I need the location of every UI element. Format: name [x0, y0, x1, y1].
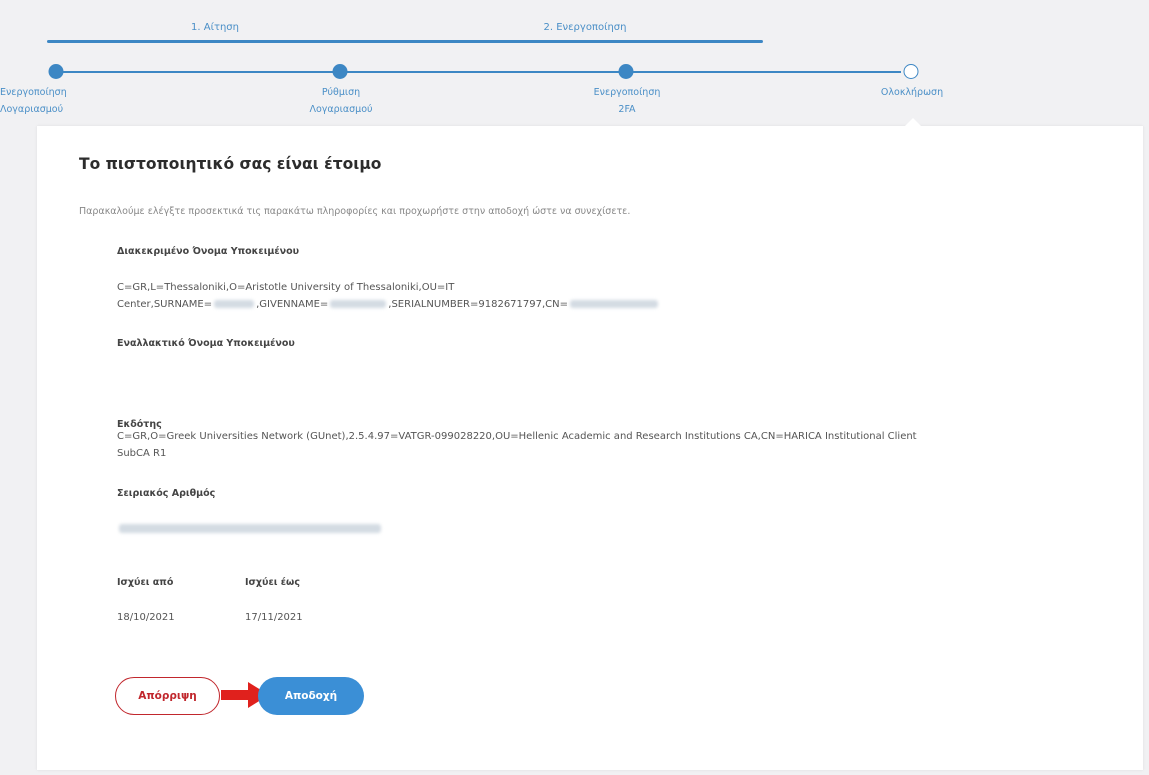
alt-name-label: Εναλλακτικό Όνομα Υποκειμένου: [117, 338, 295, 349]
step-label-account-activation: Ενεργοποίηση Λογαριασμού: [0, 87, 67, 115]
step-dot-2fa: [618, 64, 634, 79]
step-dot-account-setup: [332, 64, 348, 79]
redacted-surname: [214, 300, 255, 308]
subject-dn-line1: C=GR,L=Thessaloniki,O=Aristotle Universi…: [117, 282, 455, 293]
instructions-text: Παρακαλούμε ελέγξτε προσεκτικά τις παρακ…: [79, 206, 631, 217]
valid-to-label: Ισχύει έως: [245, 577, 300, 588]
step-dot-completion: [903, 64, 919, 79]
step-label-completion: Ολοκλήρωση: [880, 87, 944, 98]
redacted-givenname: [330, 300, 387, 308]
issuer-line2: SubCA R1: [117, 448, 167, 459]
step-progress-line: [56, 71, 901, 73]
subject-dn-value: C=GR,L=Thessaloniki,O=Aristotle Universi…: [117, 279, 660, 313]
phase-label-request: 1. Αίτηση: [191, 22, 239, 33]
serial-number-value: [117, 518, 383, 537]
redacted-serial-number: [119, 524, 381, 533]
step-label-2fa: Ενεργοποίηση 2FA: [593, 87, 661, 115]
page-title: Το πιστοποιητικό σας είναι έτοιμο: [79, 155, 382, 173]
valid-to-value: 17/11/2021: [245, 612, 303, 623]
subject-dn-label: Διακεκριμένο Όνομα Υποκειμένου: [117, 246, 300, 257]
valid-from-label: Ισχύει από: [117, 577, 174, 588]
issuer-value: C=GR,O=Greek Universities Network (GUnet…: [117, 428, 917, 462]
accept-button[interactable]: Αποδοχή: [258, 677, 364, 715]
valid-from-value: 18/10/2021: [117, 612, 175, 623]
phase-label-activation: 2. Ενεργοποίηση: [543, 22, 627, 33]
phase-progress-line: [47, 40, 763, 43]
step-dot-account-activation: [48, 64, 64, 79]
subject-dn-line2: Center,SURNAME= ,GIVENNAME= ,SERIALNUMBER=…: [117, 296, 660, 313]
serial-number-label: Σειριακός Αριθμός: [117, 488, 216, 499]
card-pointer-caret: [904, 118, 922, 127]
issuer-line1: C=GR,O=Greek Universities Network (GUnet…: [117, 431, 917, 442]
step-label-account-setup: Ρύθμιση Λογαριασμού: [309, 87, 373, 115]
reject-button[interactable]: Απόρριψη: [115, 677, 220, 715]
redacted-common-name: [570, 300, 659, 308]
